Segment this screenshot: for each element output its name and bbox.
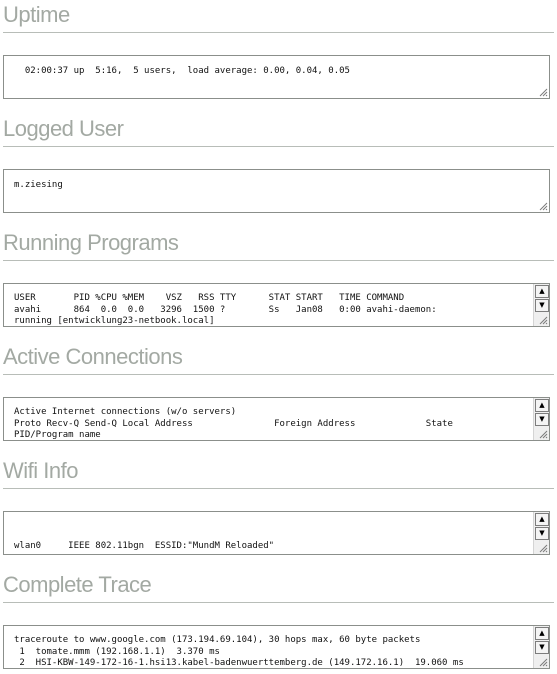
- running-programs-title: Running Programs: [3, 230, 179, 255]
- running-programs-text: USER PID %CPU %MEM VSZ RSS TTY STAT STAR…: [14, 293, 437, 326]
- wifi-info-textarea[interactable]: wlan0 IEEE 802.11bgn ESSID:"MundM Reload…: [3, 511, 550, 555]
- scroll-up-icon[interactable]: ▲: [535, 627, 549, 640]
- active-connections-divider: [3, 374, 554, 375]
- complete-trace-divider: [3, 602, 554, 603]
- scroll-up-icon[interactable]: ▲: [535, 399, 549, 412]
- complete-trace-textarea[interactable]: traceroute to www.google.com (173.194.69…: [3, 625, 550, 669]
- logged-user-divider: [3, 146, 554, 147]
- resize-grip-icon[interactable]: [539, 88, 548, 97]
- scroll-up-icon[interactable]: ▲: [535, 285, 549, 298]
- uptime-divider: [3, 32, 554, 33]
- active-connections-title: Active Connections: [3, 344, 183, 369]
- wifi-info-text: wlan0 IEEE 802.11bgn ESSID:"MundM Reload…: [14, 540, 275, 551]
- resize-grip-icon[interactable]: [539, 544, 548, 553]
- complete-trace-text: traceroute to www.google.com (173.194.69…: [14, 635, 464, 668]
- active-connections-textarea[interactable]: Active Internet connections (w/o servers…: [3, 397, 550, 441]
- resize-grip-icon[interactable]: [539, 658, 548, 667]
- resize-grip-icon[interactable]: [539, 202, 548, 211]
- scroll-down-icon[interactable]: ▼: [535, 299, 549, 312]
- logged-user-title: Logged User: [3, 116, 124, 141]
- scroll-up-icon[interactable]: ▲: [535, 513, 549, 526]
- resize-grip-icon[interactable]: [539, 316, 548, 325]
- active-connections-text: Active Internet connections (w/o servers…: [14, 407, 453, 440]
- running-programs-textarea[interactable]: USER PID %CPU %MEM VSZ RSS TTY STAT STAR…: [3, 283, 550, 327]
- complete-trace-title: Complete Trace: [3, 572, 152, 597]
- uptime-text: 02:00:37 up 5:16, 5 users, load average:…: [14, 66, 350, 76]
- logged-user-text: m.ziesing: [14, 180, 63, 190]
- wifi-info-title: Wifi Info: [3, 458, 78, 483]
- uptime-textarea[interactable]: 02:00:37 up 5:16, 5 users, load average:…: [3, 55, 550, 99]
- scroll-down-icon[interactable]: ▼: [535, 641, 549, 654]
- resize-grip-icon[interactable]: [539, 430, 548, 439]
- scroll-down-icon[interactable]: ▼: [535, 527, 549, 540]
- logged-user-textarea[interactable]: m.ziesing: [3, 169, 550, 213]
- uptime-title: Uptime: [3, 2, 70, 27]
- running-programs-divider: [3, 260, 554, 261]
- scroll-down-icon[interactable]: ▼: [535, 413, 549, 426]
- wifi-info-divider: [3, 488, 554, 489]
